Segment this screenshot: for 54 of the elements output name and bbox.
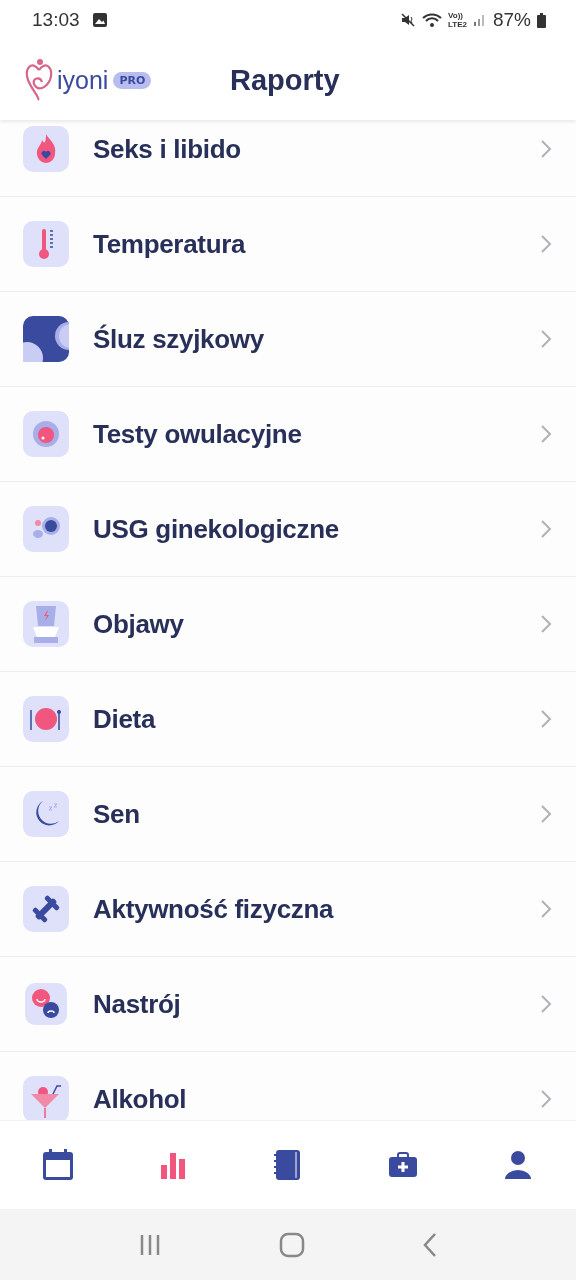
wifi-icon	[422, 12, 442, 28]
report-item[interactable]: Sen	[0, 767, 576, 862]
pro-badge: PRO	[113, 71, 152, 89]
heart-logo-icon	[24, 58, 54, 102]
report-label: Sen	[93, 798, 141, 830]
report-item[interactable]: Seks i libido	[0, 120, 576, 197]
flame-icon	[23, 126, 69, 172]
report-label: Alkohol	[93, 1083, 188, 1115]
back-icon[interactable]	[421, 1231, 438, 1258]
report-item[interactable]: Testy owulacyjne	[0, 387, 576, 482]
chevron-right-icon	[540, 709, 552, 729]
home-icon[interactable]	[279, 1231, 305, 1258]
thermometer-icon	[23, 221, 69, 267]
report-item[interactable]: USG ginekologiczne	[0, 482, 576, 577]
battery-icon	[537, 12, 546, 28]
clock: 13:03	[32, 9, 80, 31]
page-title: Raporty	[230, 63, 340, 97]
chevron-right-icon	[540, 899, 552, 919]
chevron-right-icon	[540, 234, 552, 254]
report-item[interactable]: Temperatura	[0, 197, 576, 292]
report-label: Śluz szyjkowy	[93, 323, 265, 355]
chevron-right-icon	[540, 329, 552, 349]
report-label: Seks i libido	[93, 133, 242, 165]
network-label: LTE2	[448, 20, 467, 29]
mood-icon	[23, 981, 69, 1027]
report-label: USG ginekologiczne	[93, 513, 340, 545]
report-item[interactable]: Śluz szyjkowy	[0, 292, 576, 387]
chevron-right-icon	[540, 614, 552, 634]
volte-label: Vo))	[448, 11, 464, 20]
chevron-right-icon	[540, 994, 552, 1014]
report-item[interactable]: Aktywność fizyczna	[0, 862, 576, 957]
mute-icon	[400, 12, 416, 28]
alcohol-icon	[23, 1076, 69, 1120]
chevron-right-icon	[540, 424, 552, 444]
battery-percent: 87%	[492, 9, 531, 31]
report-item[interactable]: Nastrój	[0, 957, 576, 1052]
diet-icon	[23, 696, 69, 742]
logo-text: iyoni	[57, 65, 109, 95]
activity-icon	[23, 886, 69, 932]
report-item[interactable]: Objawy	[0, 577, 576, 672]
chevron-right-icon	[540, 519, 552, 539]
report-label: Dieta	[93, 703, 157, 735]
chevron-right-icon	[540, 804, 552, 824]
image-icon	[91, 12, 108, 28]
signal-icon	[472, 13, 487, 27]
report-label: Objawy	[93, 608, 185, 640]
report-item[interactable]: Dieta	[0, 672, 576, 767]
report-label: Temperatura	[93, 228, 247, 260]
report-label: Aktywność fizyczna	[93, 893, 335, 925]
sleep-icon	[23, 791, 69, 837]
report-label: Testy owulacyjne	[93, 418, 303, 450]
report-label: Nastrój	[93, 988, 182, 1020]
chevron-right-icon	[540, 139, 552, 159]
chevron-right-icon	[540, 1089, 552, 1109]
